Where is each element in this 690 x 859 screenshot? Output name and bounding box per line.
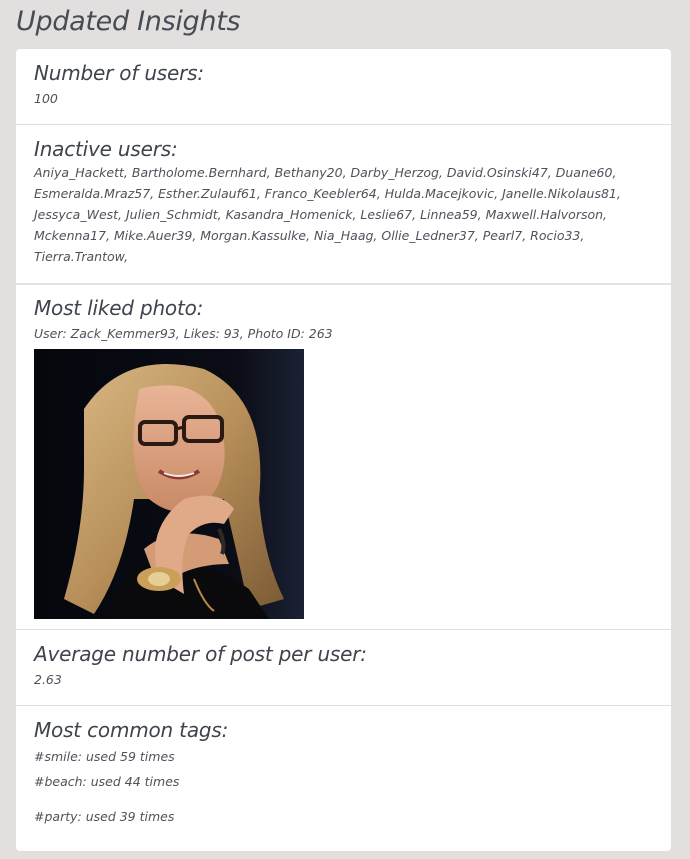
number-of-users-value: 100 bbox=[34, 91, 58, 106]
most-liked-photo-image[interactable] bbox=[34, 349, 304, 619]
inactive-users-heading: Inactive users: bbox=[34, 137, 178, 161]
inactive-users-section: Inactive users: Aniya_Hackett, Bartholom… bbox=[16, 124, 671, 284]
common-tags-section: Most common tags: #smile: used 59 times … bbox=[16, 705, 671, 851]
most-liked-photo-section: Most liked photo: User: Zack_Kemmer93, L… bbox=[16, 283, 671, 629]
average-posts-value: 2.63 bbox=[34, 672, 62, 687]
page-title: Updated Insights bbox=[16, 6, 241, 37]
number-of-users-section: Number of users: 100 bbox=[16, 49, 671, 124]
tag-item: #smile: used 59 times bbox=[34, 749, 175, 764]
photo-portrait bbox=[34, 349, 304, 619]
tag-item: #party: used 39 times bbox=[34, 809, 175, 824]
average-posts-section: Average number of post per user: 2.63 bbox=[16, 629, 671, 705]
common-tags-heading: Most common tags: bbox=[34, 718, 229, 742]
average-posts-heading: Average number of post per user: bbox=[34, 642, 367, 666]
tag-item: #beach: used 44 times bbox=[34, 774, 180, 789]
number-of-users-heading: Number of users: bbox=[34, 61, 204, 85]
inactive-users-list: Aniya_Hackett, Bartholome.Bernhard, Beth… bbox=[34, 165, 621, 264]
most-liked-photo-details: User: Zack_Kemmer93, Likes: 93, Photo ID… bbox=[34, 326, 333, 341]
insights-card: Number of users: 100 Inactive users: Ani… bbox=[16, 49, 671, 851]
most-liked-photo-heading: Most liked photo: bbox=[34, 296, 204, 320]
